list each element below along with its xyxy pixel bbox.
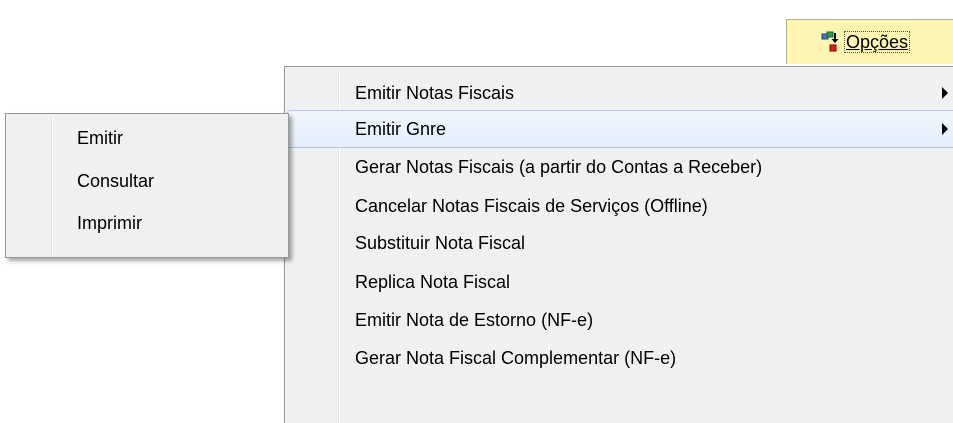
submenu-arrow-icon [942,123,948,135]
options-menu: Emitir Notas Fiscais Emitir Gnre Gerar N… [284,66,953,423]
menu-item-label: Imprimir [77,212,142,233]
menu-item-emitir-nota-de-estorno[interactable]: Emitir Nota de Estorno (NF-e) [287,301,953,339]
menu-item-label: Cancelar Notas Fiscais de Serviços (Offl… [355,195,708,216]
emitir-gnre-submenu: Emitir Consultar Imprimir [5,113,289,258]
submenu-arrow-icon [942,87,948,99]
menu-item-replica-nota-fiscal[interactable]: Replica Nota Fiscal [287,263,953,301]
menu-item-label: Emitir Notas Fiscais [355,82,515,103]
menu-item-label: Gerar Notas Fiscais (a partir do Contas … [355,156,763,177]
menu-item-label: Consultar [77,170,155,191]
screen: Opções Emitir Notas Fiscais Emitir Gnre … [0,0,953,423]
menu-item-label: Gerar Nota Fiscal Complementar (NF-e) [355,347,677,368]
options-label: Opções [843,31,911,53]
menu-item-label: Emitir Nota de Estorno (NF-e) [355,309,594,330]
menu-item-gerar-nota-fiscal-complementar[interactable]: Gerar Nota Fiscal Complementar (NF-e) [287,339,953,377]
submenu-item-imprimir[interactable]: Imprimir [8,204,286,242]
menu-item-label: Emitir Gnre [355,118,447,139]
menu-item-emitir-notas-fiscais[interactable]: Emitir Notas Fiscais [287,74,953,112]
menu-item-label: Replica Nota Fiscal [355,271,511,292]
submenu-item-consultar[interactable]: Consultar [8,162,286,200]
menu-item-cancelar-notas-fiscais[interactable]: Cancelar Notas Fiscais de Serviços (Offl… [287,187,953,225]
menu-item-gerar-notas-fiscais[interactable]: Gerar Notas Fiscais (a partir do Contas … [287,148,953,186]
options-button[interactable]: Opções [786,19,953,64]
options-icon [821,31,841,53]
menu-item-label: Substituir Nota Fiscal [355,232,526,253]
menu-item-substituir-nota-fiscal[interactable]: Substituir Nota Fiscal [287,224,953,262]
menu-item-emitir-gnre[interactable]: Emitir Gnre [287,110,953,148]
menu-item-label: Emitir [77,127,123,148]
submenu-item-emitir[interactable]: Emitir [8,119,286,157]
